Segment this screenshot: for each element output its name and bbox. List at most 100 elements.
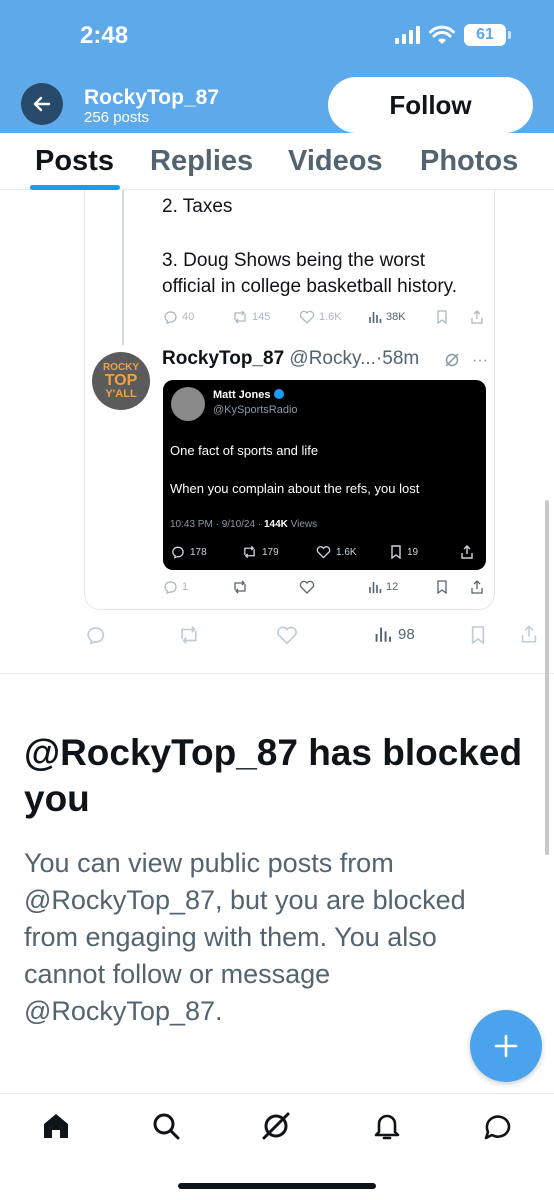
thread-line [122,190,124,345]
tab-videos[interactable]: Videos [288,145,383,178]
quoted-tweet-line: official in college basketball history. [162,276,458,297]
embed-avatar [171,387,205,421]
reply-button[interactable]: 40 [162,310,194,324]
home-icon[interactable] [40,1110,72,1142]
like-icon [316,546,331,559]
quoted-tweet-line: 3. Doug Shows being the worst [162,250,425,271]
tweet-actions: 1 12 [162,580,488,602]
embed-repost: 179 [242,545,279,559]
embed-like-count: 1.6K [336,546,357,558]
tab-replies[interactable]: Replies [150,145,253,178]
back-button[interactable] [21,83,63,125]
reply-count: 40 [182,311,195,323]
repost-icon [234,310,246,324]
bookmark-icon [391,545,401,559]
avatar-text: TOP [104,371,138,389]
embed-meta: 10:43 PM · 9/10/24 · 144K Views [170,519,317,530]
status-time: 2:48 [80,22,129,49]
embed-reply: 178 [170,545,207,559]
signal-icon [395,26,420,44]
blocked-message: You can view public posts from @RockyTop… [24,848,466,1026]
embed-views-count: 144K [263,519,288,530]
scrollbar[interactable] [545,500,549,855]
bookmark-button[interactable] [436,580,448,594]
like-button[interactable] [299,580,315,594]
messages-icon[interactable] [482,1110,514,1142]
embed-views-label: Views [287,519,318,530]
embed-author: Matt Jones [213,389,285,401]
embed-actions: 178 179 1.6K 19 [170,545,480,563]
embedded-screenshot[interactable]: Matt Jones @KySportsRadio One fact of sp… [163,380,486,570]
tweet-header: RockyTop_87 @Rocky...·58m [162,348,419,370]
follow-button[interactable]: Follow [328,77,533,133]
grok-icon[interactable] [444,352,460,368]
compose-button[interactable] [470,1010,542,1082]
post-actions: 98 [84,625,544,649]
repost-icon [244,545,255,559]
reply-count: 1 [182,581,189,593]
status-icons: 61 [395,24,511,46]
like-button[interactable]: 1.6K [299,310,342,324]
views-icon [369,312,382,323]
blocked-title: @RockyTop_87 has blocked you [24,732,523,819]
share-button[interactable] [470,580,484,594]
embed-author-name: Matt Jones [213,389,271,401]
like-button[interactable] [276,625,298,645]
like-icon [277,626,297,645]
views-count: 38K [386,311,406,323]
reply-icon [164,581,177,594]
account-name: RockyTop_87 [84,86,219,109]
bookmark-icon [471,626,485,645]
repost-button[interactable] [178,625,200,645]
share-icon [461,545,473,559]
bookmark-button[interactable] [436,310,448,324]
reply-button[interactable]: 1 [162,580,188,594]
views-button[interactable]: 98 [374,625,415,643]
repost-button[interactable]: 145 [232,310,270,324]
embed-like: 1.6K [316,545,357,559]
embed-share [460,545,474,559]
bookmark-icon [437,580,447,594]
share-icon [471,580,483,594]
bell-icon[interactable] [371,1110,403,1142]
tweet-header-icons: ··· [444,352,488,370]
share-button[interactable] [520,625,538,643]
active-tab-indicator [30,185,120,190]
more-options-button[interactable]: ··· [472,352,488,370]
embed-timestamp: 10:43 PM · 9/10/24 · [170,519,264,530]
tweet-author-name[interactable]: RockyTop_87 [162,348,284,369]
repost-icon [234,580,246,594]
views-button[interactable]: 38K [368,310,406,324]
views-icon [375,627,392,642]
views-count: 12 [386,581,399,593]
embed-bookmark-count: 19 [407,546,419,558]
tab-posts[interactable]: Posts [35,145,114,178]
like-icon [299,310,315,324]
views-button[interactable]: 12 [368,580,398,594]
share-icon [521,625,537,643]
embed-reply-count: 178 [190,546,207,558]
embed-text: One fact of sports and life [170,443,319,458]
divider [0,673,554,674]
profile-tabs: Posts Replies Videos Photos [0,133,554,190]
wifi-icon [429,25,455,44]
back-arrow-icon [33,96,51,112]
plus-icon [494,1034,518,1058]
reply-button[interactable] [84,625,106,645]
avatar[interactable]: ROCKY TOP Y'ALL [92,352,150,410]
battery-indicator: 61 [464,24,511,46]
tab-photos[interactable]: Photos [420,145,518,178]
repost-button[interactable] [232,580,248,594]
profile-header: 2:48 61 RockyTop_87 256 posts Follow [0,0,554,133]
grok-icon[interactable] [260,1110,292,1142]
verified-badge-icon [274,389,285,399]
home-indicator [178,1183,376,1189]
bookmark-icon [437,310,447,324]
bookmark-button[interactable] [470,625,486,645]
embed-text: When you complain about the refs, you lo… [170,481,420,496]
views-icon [369,582,382,593]
search-icon[interactable] [150,1110,182,1142]
embed-handle: @KySportsRadio [213,404,298,416]
share-button[interactable] [470,310,484,324]
reply-icon [87,627,105,645]
